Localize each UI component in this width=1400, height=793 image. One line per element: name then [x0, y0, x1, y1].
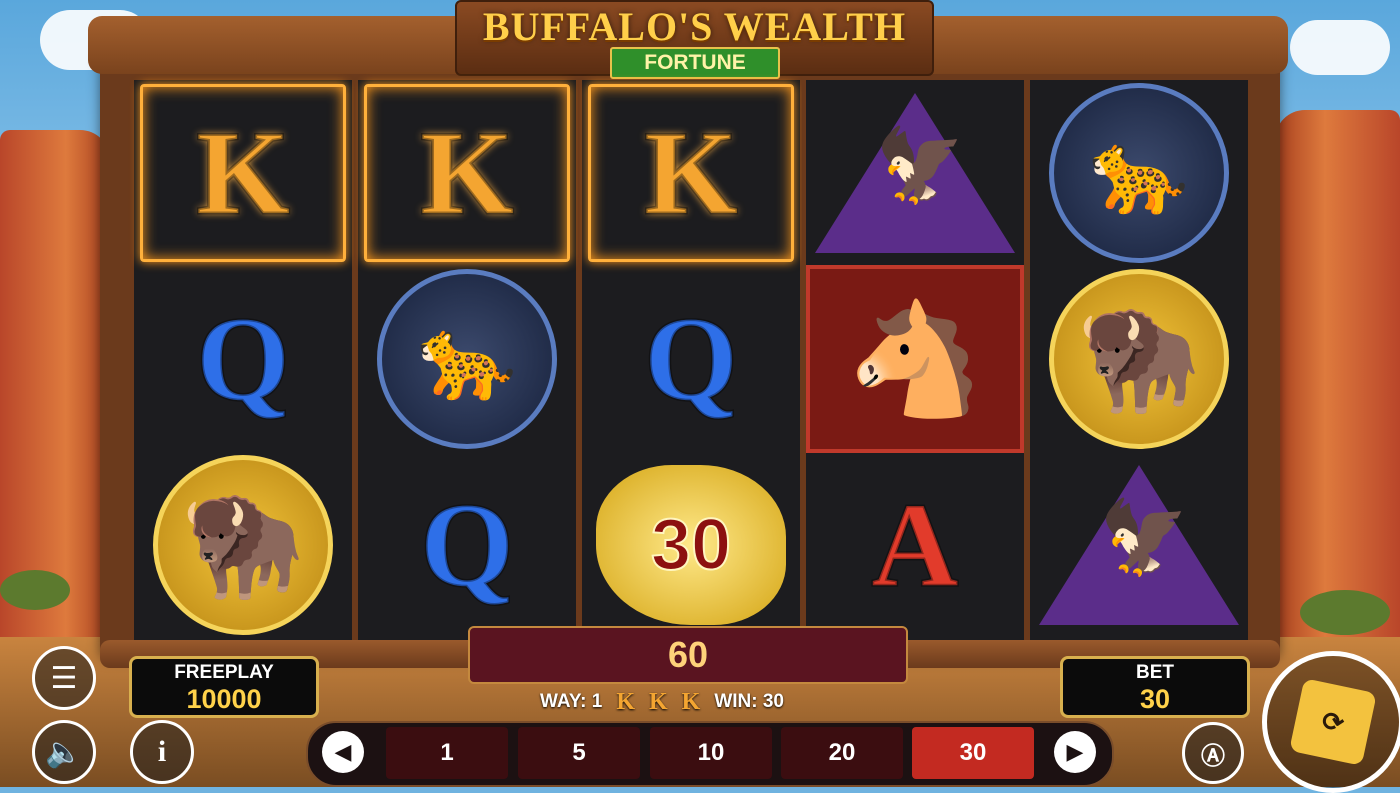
bet-option-button-selected[interactable]: 30 [912, 727, 1034, 779]
reel-cell: 🦬 [134, 452, 352, 638]
symbol-a: A [870, 478, 960, 611]
bet-option-button[interactable]: 20 [781, 727, 903, 779]
panther-symbol-icon: 🐆 [1049, 83, 1229, 263]
reel-cell: Q [134, 266, 352, 452]
reel-cell: 🦅 [1030, 452, 1248, 638]
reel-cell: K [134, 80, 352, 266]
arrow-left-icon: ◀ [334, 739, 352, 764]
winning-symbol-highlight [140, 84, 346, 262]
total-win-display: 60 [468, 626, 908, 684]
eagle-symbol-icon: 🦅 [1039, 465, 1239, 625]
reel-4: 🦅 🐴 A [802, 80, 1024, 640]
bet-option-button[interactable]: 10 [650, 727, 772, 779]
bet-selector-bar: ◀ 1 5 10 20 30 ▶ [306, 721, 1114, 787]
reel-cell: Q [582, 266, 800, 452]
bet-decrease-button[interactable]: ◀ [322, 731, 364, 773]
reel-cell: Q [358, 452, 576, 638]
way-symbol-k: K [616, 688, 635, 715]
spin-button[interactable]: ⟳ [1262, 651, 1400, 793]
bet-display: BET 30 [1060, 656, 1250, 718]
freeplay-value: 10000 [186, 684, 262, 714]
symbol-q: Q [643, 292, 739, 425]
reel-cell: A [806, 452, 1024, 638]
bet-value: 30 [1139, 684, 1171, 714]
game-title: BUFFALO'S WEALTH [482, 4, 907, 49]
bet-option-button[interactable]: 1 [386, 727, 508, 779]
symbol-q: Q [195, 292, 291, 425]
horse-symbol-icon: 🐴 [806, 265, 1024, 453]
reel-cell: 🐆 [1030, 80, 1248, 266]
hamburger-menu-icon: ☰ [50, 661, 78, 695]
speaker-icon: 🔈 [45, 735, 83, 769]
win-label: WIN: 30 [714, 691, 785, 712]
arrow-right-icon: ▶ [1066, 739, 1084, 764]
game-subtitle: FORTUNE [610, 47, 780, 79]
reel-cell: 🦅 [806, 80, 1024, 266]
reel-cell: K [358, 80, 576, 266]
way-symbol-k: K [681, 688, 701, 715]
reel-cell: 🐴 [806, 265, 1024, 453]
winning-symbol-highlight [364, 84, 570, 262]
way-symbol-k: K [648, 688, 668, 715]
buffalo-symbol-icon: 🦬 [1049, 269, 1229, 449]
reel-cell: 🐆 [358, 266, 576, 452]
menu-button[interactable]: ☰ [32, 646, 96, 710]
coin-value: 30 [650, 504, 732, 586]
winning-symbol-highlight [588, 84, 794, 262]
bet-label: BET [1136, 662, 1174, 683]
reel-cell: 30 [582, 452, 800, 638]
sound-button[interactable]: 🔈 [32, 720, 96, 784]
cloud [1290, 20, 1390, 75]
info-icon: i [157, 735, 167, 768]
desert-bush [1300, 590, 1390, 635]
reel-cell: K [582, 80, 800, 266]
buffalo-symbol-icon: 🦬 [153, 455, 333, 635]
reel-5: 🐆 🦬 🦅 [1026, 80, 1248, 640]
reel-cell: 🦬 [1030, 266, 1248, 452]
panther-symbol-icon: 🐆 [377, 269, 557, 449]
info-button[interactable]: i [130, 720, 194, 784]
way-label: WAY: 1 [540, 691, 603, 712]
autoplay-icon: Ⓐ [1201, 742, 1225, 770]
reel-2: K 🐆 Q [354, 80, 576, 640]
reel-1: K Q 🦬 [130, 80, 352, 640]
bet-increase-button[interactable]: ▶ [1054, 731, 1096, 773]
canyon-rock-right [1275, 110, 1400, 670]
spin-icon: ⟳ [1289, 678, 1377, 766]
eagle-symbol-icon: 🦅 [815, 93, 1015, 253]
win-way-line: WAY: 1 K K K WIN: 30 [540, 688, 870, 715]
freeplay-balance: FREEPLAY 10000 [129, 656, 319, 718]
symbol-q: Q [419, 478, 515, 611]
gold-nugget-coin-icon: 30 [596, 465, 786, 625]
desert-bush [0, 570, 70, 610]
freeplay-label: FREEPLAY [174, 662, 274, 683]
bet-option-button[interactable]: 5 [518, 727, 640, 779]
reel-grid: K Q 🦬 K 🐆 Q K Q 30 🦅 🐴 A 🐆 🦬 🦅 [130, 80, 1248, 640]
autoplay-button[interactable]: Ⓐ [1182, 722, 1244, 784]
reel-3: K Q 30 [578, 80, 800, 640]
